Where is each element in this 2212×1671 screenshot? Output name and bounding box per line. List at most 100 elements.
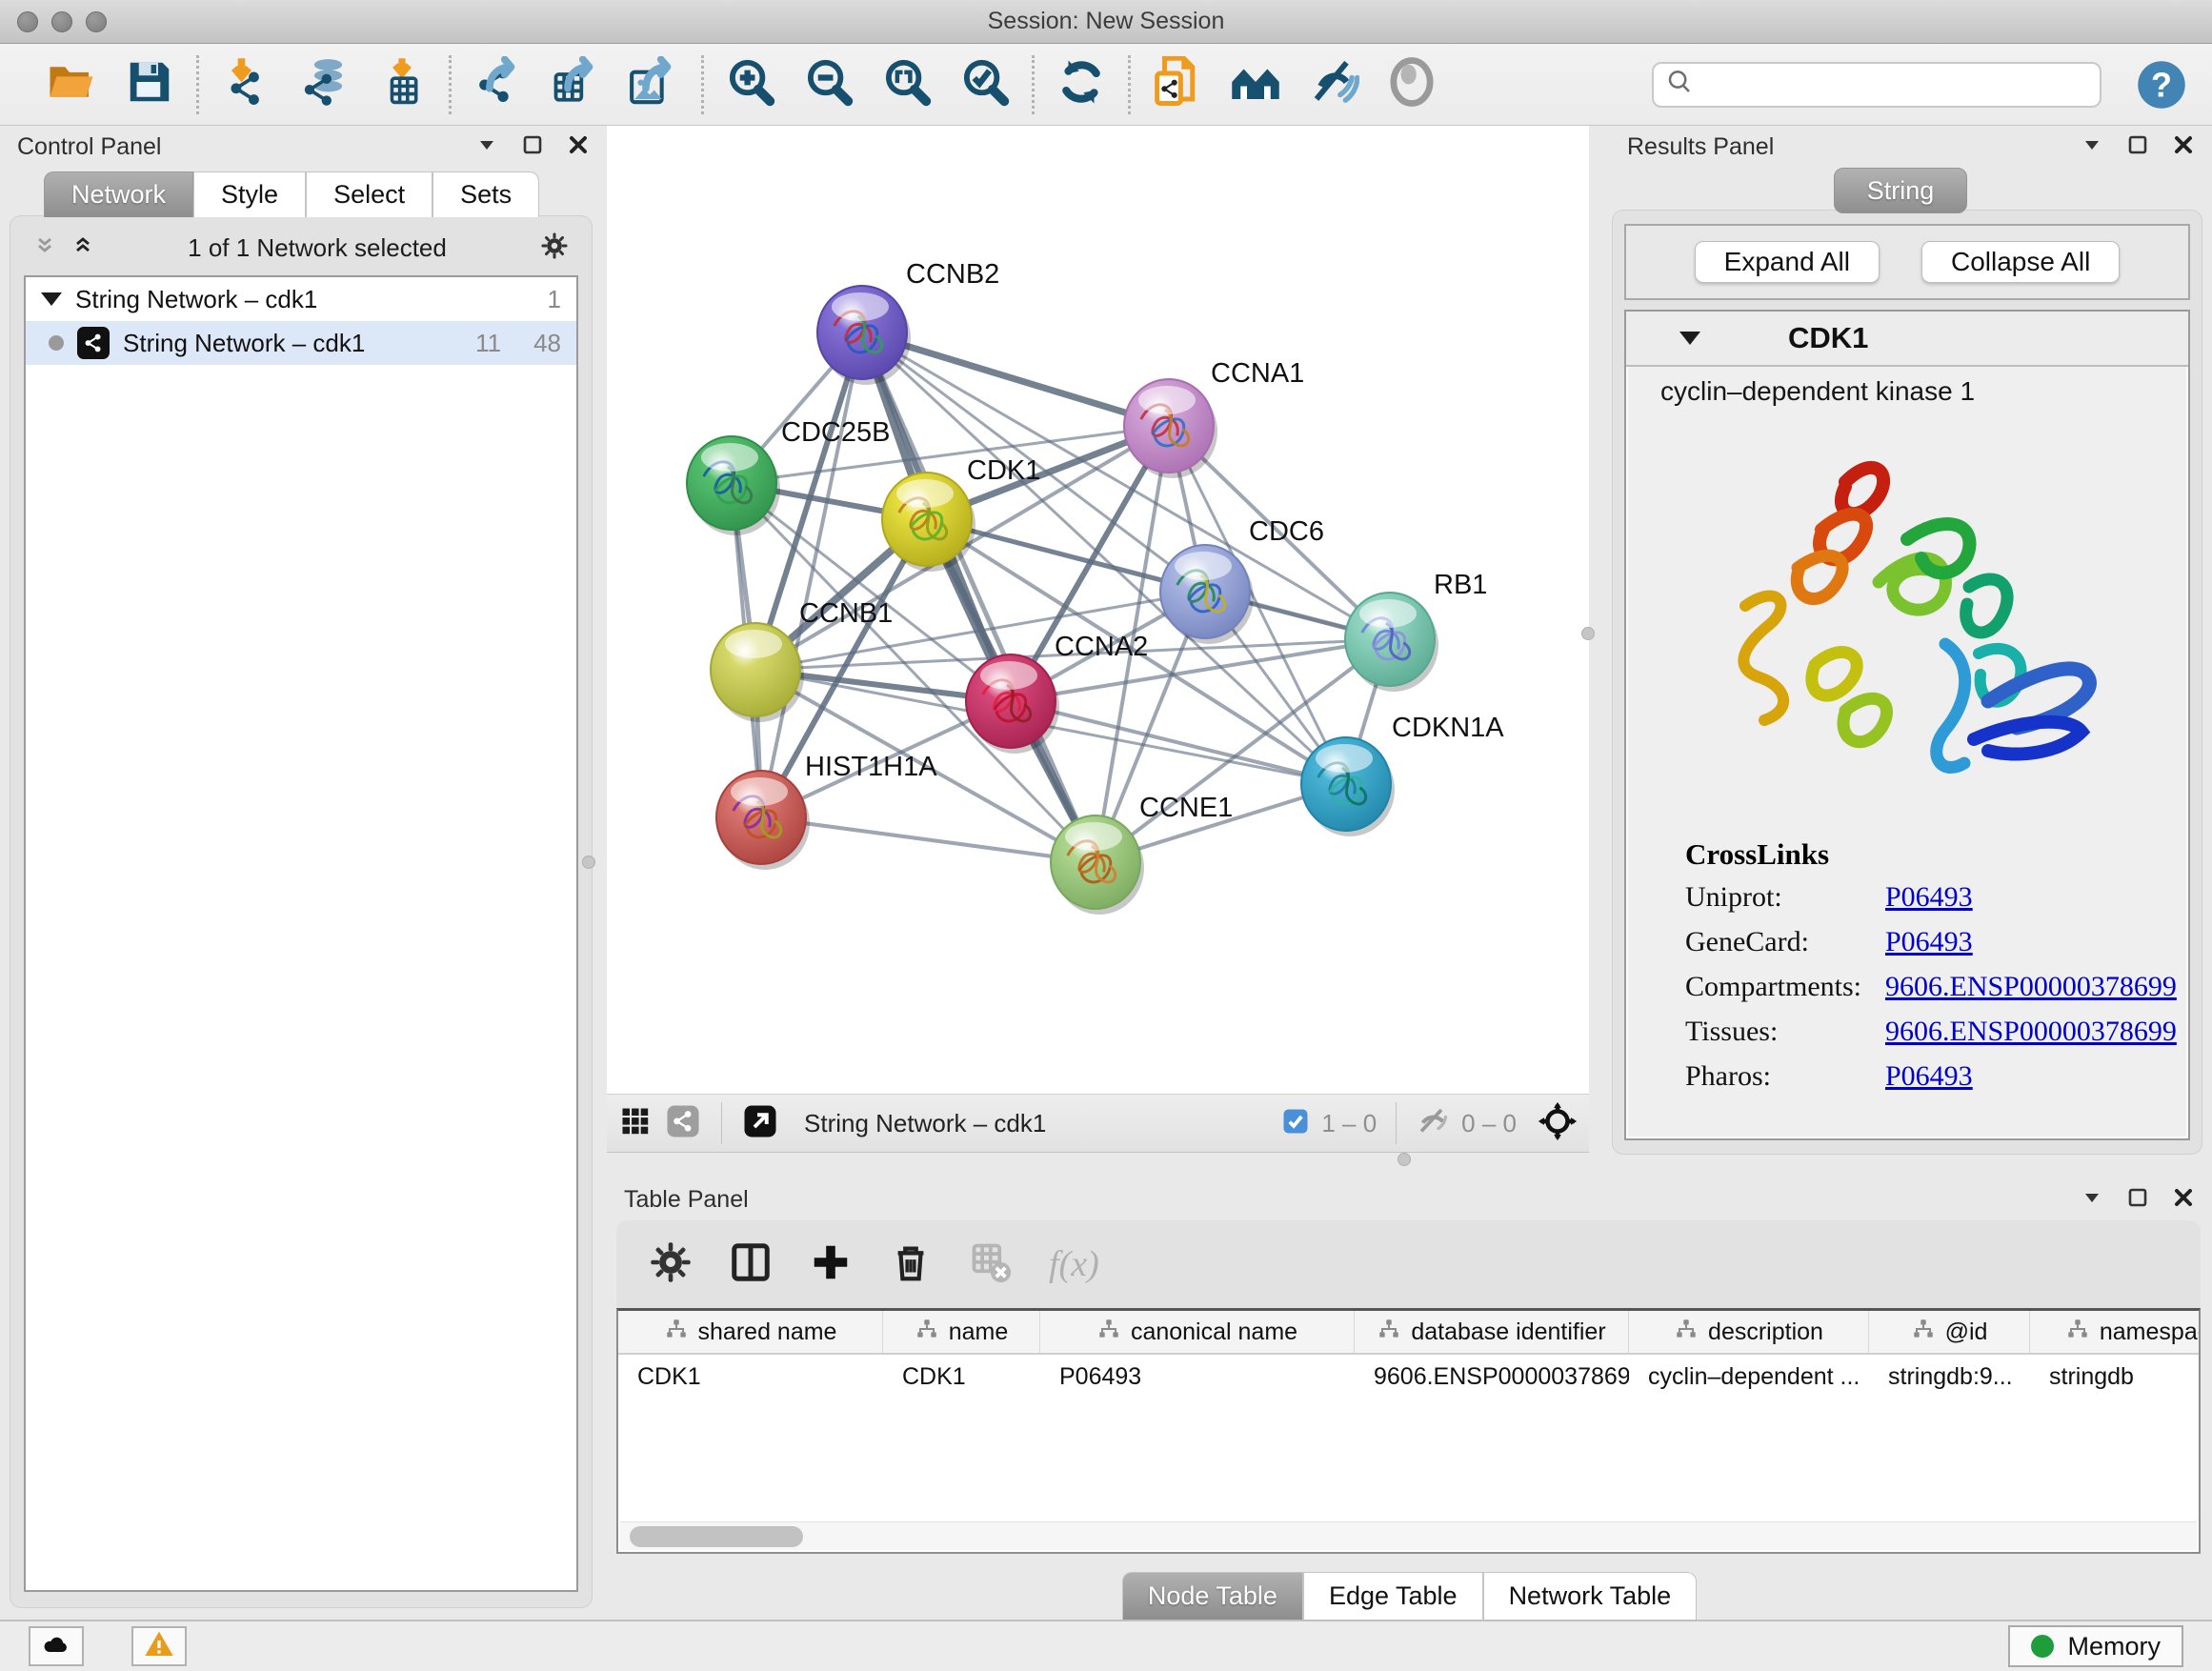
float-results-icon[interactable] <box>2081 133 2103 161</box>
node-CCNB1[interactable]: CCNB1 <box>711 598 893 722</box>
left-splitter-handle[interactable] <box>582 856 595 869</box>
export-table-button[interactable] <box>547 55 606 114</box>
column-header-description[interactable]: description <box>1629 1311 1869 1353</box>
tab-string[interactable]: String <box>1834 168 1968 213</box>
collapse-all-button[interactable]: Collapse All <box>1921 241 2120 283</box>
close-table-icon[interactable] <box>2172 1186 2195 1214</box>
node-CDC6[interactable]: CDC6 <box>1160 516 1324 644</box>
crosslink-link[interactable]: 9606.ENSP00000378699 <box>1885 1016 2177 1048</box>
bottom-splitter-handle[interactable] <box>1398 1153 1411 1166</box>
hide-glasses-button[interactable] <box>1304 55 1363 114</box>
help-button[interactable]: ? <box>2136 59 2187 111</box>
column-header-database-identifier[interactable]: database identifier <box>1355 1311 1629 1353</box>
gene-header[interactable]: CDK1 <box>1626 312 2188 367</box>
selected-checkbox-icon[interactable] <box>1281 1107 1310 1140</box>
tab-style[interactable]: Style <box>193 171 306 217</box>
node-RB1[interactable]: RB1 <box>1345 570 1487 692</box>
view-share-icon[interactable] <box>666 1104 700 1143</box>
network-options-gear-icon[interactable] <box>540 232 569 265</box>
tab-sets[interactable]: Sets <box>432 171 539 217</box>
edge-CCNB2-CCNE1[interactable] <box>862 332 1096 862</box>
string-import-button[interactable] <box>1148 55 1207 114</box>
tab-select[interactable]: Select <box>306 171 432 217</box>
gene-expander-icon[interactable] <box>1679 332 1700 345</box>
horizontal-splitter[interactable] <box>607 1153 1589 1178</box>
close-panel-icon[interactable] <box>567 133 590 161</box>
column-header-namespace[interactable]: namespace <box>2030 1311 2201 1353</box>
table-panel: Table Panel f(x) shared namenamecanonica… <box>607 1178 2212 1620</box>
tab-edge-table[interactable]: Edge Table <box>1303 1572 1483 1620</box>
scrollbar-thumb[interactable] <box>630 1526 803 1547</box>
node-CCNE1[interactable]: CCNE1 <box>1051 793 1233 915</box>
hidden-elements-icon[interactable] <box>1416 1104 1450 1143</box>
search-input[interactable] <box>1701 71 2088 98</box>
node-table[interactable]: shared namenamecanonical namedatabase id… <box>616 1308 2201 1554</box>
delete-column-icon[interactable] <box>889 1240 933 1289</box>
network-canvas[interactable]: CCNB2CCNA1CDC25BCDK1CDC6RB1CCNB1CCNA2CDK… <box>607 126 1589 1094</box>
crosslink-link[interactable]: P06493 <box>1885 881 1973 914</box>
show-eye-button[interactable] <box>1382 55 1441 114</box>
cloud-button[interactable] <box>29 1626 84 1666</box>
add-column-icon[interactable] <box>809 1240 853 1289</box>
expand-all-networks-icon[interactable] <box>71 234 94 262</box>
open-session-button[interactable] <box>42 55 101 114</box>
crosslink-link[interactable]: P06493 <box>1885 926 1973 958</box>
tab-network[interactable]: Network <box>44 171 193 217</box>
table-cell[interactable]: CDK1 <box>618 1355 883 1399</box>
maximize-panel-icon[interactable] <box>521 133 544 161</box>
network-graph[interactable]: CCNB2CCNA1CDC25BCDK1CDC6RB1CCNB1CCNA2CDK… <box>607 126 1589 1094</box>
table-cell[interactable]: stringdb:9... <box>1869 1355 2030 1399</box>
collapse-all-networks-icon[interactable] <box>33 234 56 262</box>
table-horizontal-scrollbar[interactable] <box>620 1521 2197 1550</box>
crosslink-link[interactable]: 9606.ENSP00000378699 <box>1885 971 2177 1003</box>
tab-node-table[interactable]: Node Table <box>1122 1572 1303 1620</box>
column-header--id[interactable]: @id <box>1869 1311 2030 1353</box>
zoom-fit-button[interactable] <box>877 55 936 114</box>
search-box[interactable] <box>1652 62 2101 108</box>
string-home-button[interactable] <box>1226 55 1285 114</box>
warnings-button[interactable] <box>131 1626 187 1666</box>
show-columns-icon[interactable] <box>729 1240 773 1289</box>
save-session-button[interactable] <box>120 55 179 114</box>
node-HIST1H1A[interactable]: HIST1H1A <box>716 752 937 870</box>
table-cell[interactable]: cyclin–dependent ... <box>1629 1355 1869 1399</box>
memory-button[interactable]: Memory <box>2008 1625 2183 1667</box>
table-cell[interactable]: P06493 <box>1040 1355 1355 1399</box>
zoom-selected-button[interactable] <box>955 55 1015 114</box>
tab-network-table[interactable]: Network Table <box>1483 1572 1698 1620</box>
right-splitter-handle[interactable] <box>1581 627 1595 640</box>
network-selection-bar: 1 of 1 Network selected <box>24 224 578 272</box>
column-header-name[interactable]: name <box>883 1311 1040 1353</box>
maximize-table-icon[interactable] <box>2126 1186 2149 1214</box>
column-header-shared-name[interactable]: shared name <box>618 1311 883 1353</box>
birdseye-crosshair-icon[interactable] <box>1538 1101 1578 1146</box>
redraw-graph-button[interactable] <box>1052 55 1111 114</box>
float-panel-icon[interactable] <box>475 133 498 161</box>
import-network-file-button[interactable] <box>216 55 275 114</box>
import-table-file-button[interactable] <box>372 55 432 114</box>
network-collection-row[interactable]: String Network – cdk1 1 <box>26 277 576 321</box>
zoom-out-button[interactable] <box>799 55 858 114</box>
table-row[interactable]: CDK1CDK1P064939606.ENSP00000378699cyclin… <box>618 1355 2199 1399</box>
expand-all-button[interactable]: Expand All <box>1695 241 1880 283</box>
close-results-icon[interactable] <box>2172 133 2195 161</box>
export-network-button[interactable] <box>469 55 528 114</box>
network-row[interactable]: String Network – cdk1 11 48 <box>26 321 576 365</box>
edge-HIST1H1A-CCNE1[interactable] <box>761 817 1096 862</box>
table-options-gear-icon[interactable] <box>649 1240 693 1289</box>
table-cell[interactable]: stringdb <box>2030 1355 2201 1399</box>
column-header-canonical-name[interactable]: canonical name <box>1040 1311 1355 1353</box>
export-image-button[interactable] <box>625 55 684 114</box>
maximize-results-icon[interactable] <box>2126 133 2149 161</box>
crosslink-link[interactable]: P06493 <box>1885 1060 1973 1093</box>
import-network-database-button[interactable] <box>294 55 353 114</box>
float-table-icon[interactable] <box>2081 1186 2103 1214</box>
detach-view-icon[interactable] <box>743 1104 777 1143</box>
node-CCNA1[interactable]: CCNA1 <box>1124 358 1304 478</box>
node-CDKN1A[interactable]: CDKN1A <box>1301 713 1504 836</box>
zoom-in-button[interactable] <box>721 55 780 114</box>
table-cell[interactable]: CDK1 <box>883 1355 1040 1399</box>
collection-expander-icon[interactable] <box>41 292 62 306</box>
view-grid-icon[interactable] <box>618 1104 653 1143</box>
table-cell[interactable]: 9606.ENSP00000378699 <box>1355 1355 1629 1399</box>
